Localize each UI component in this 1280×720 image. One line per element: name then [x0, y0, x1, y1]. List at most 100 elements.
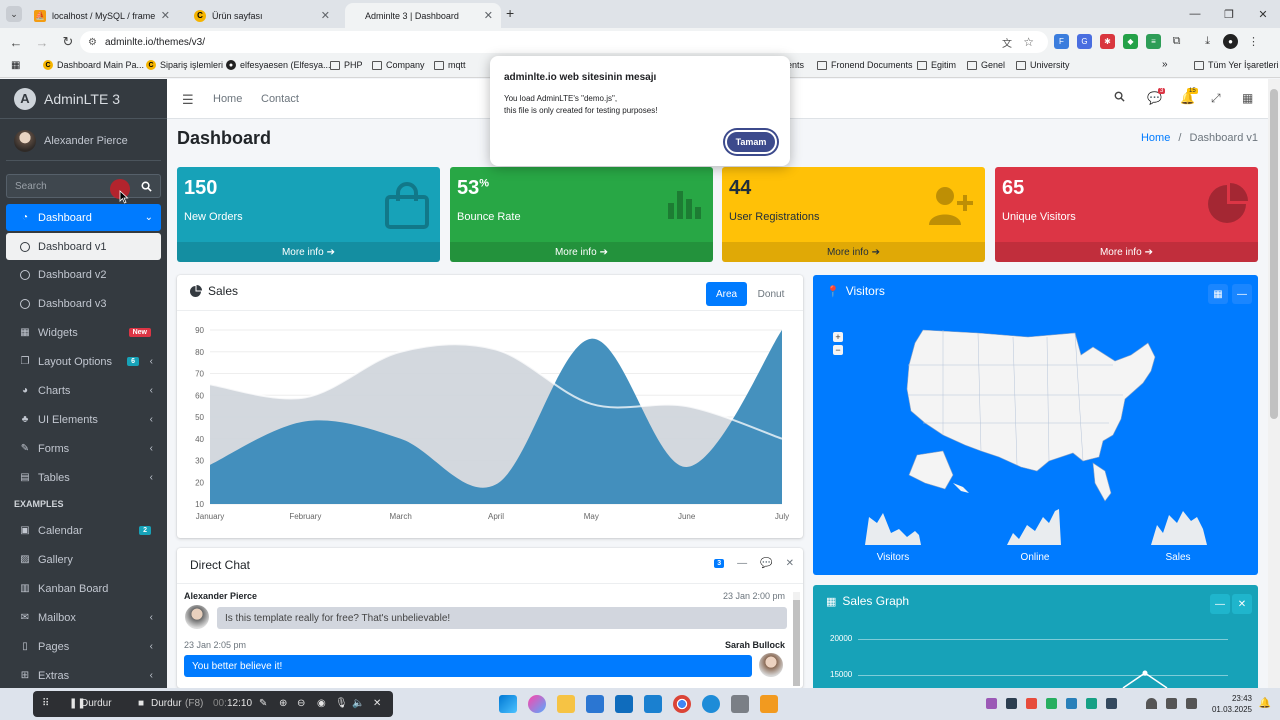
app-icon[interactable] — [760, 695, 778, 713]
fullscreen-icon[interactable]: ⤢ — [1211, 91, 1221, 106]
collapse-button[interactable]: — — [1232, 284, 1252, 304]
bookmark-star-icon[interactable]: ☆ — [1023, 35, 1034, 49]
bookmark-folder[interactable]: Egitim — [917, 60, 956, 70]
chevron-up-icon[interactable] — [1126, 698, 1137, 709]
store-icon[interactable] — [586, 695, 604, 713]
tray-icon[interactable] — [986, 698, 997, 709]
maximize-icon[interactable]: ❐ — [1212, 0, 1246, 28]
grid-icon[interactable]: ▦ — [1242, 91, 1253, 105]
translate-icon[interactable]: 文 — [1002, 35, 1012, 50]
sidebar-item-calendar[interactable]: ▣ Calendar 2 — [0, 516, 167, 545]
bookmark-item[interactable]: C Dashboard Main Pa... — [43, 60, 144, 70]
tray-icon[interactable] — [1026, 698, 1037, 709]
comments-icon[interactable]: 💬 — [760, 558, 772, 569]
more-info-link[interactable]: More info ➔ — [177, 242, 440, 262]
bookmark-folder[interactable]: Fronend Documents — [817, 60, 913, 70]
more-info-link[interactable]: More info ➔ — [450, 242, 713, 262]
url-input[interactable]: ⚙ adminlte.io/themes/v3/ 文 ☆ — [80, 31, 1048, 53]
tray-icon[interactable] — [1046, 698, 1057, 709]
reload-icon[interactable]: ↻ — [56, 30, 80, 54]
chat-scrollbar-thumb[interactable] — [793, 600, 800, 686]
tab-search-icon[interactable]: ⌄ — [6, 6, 22, 22]
stop-button-label[interactable]: Durdur — [151, 698, 182, 709]
sidebar-item-tables[interactable]: ▤ Tables ‹ — [0, 463, 167, 492]
sidebar-item-mailbox[interactable]: ✉ Mailbox ‹ — [0, 603, 167, 632]
bookmark-folder[interactable]: Company — [372, 60, 425, 70]
more-info-link[interactable]: More info ➔ — [995, 242, 1258, 262]
page-scrollbar[interactable] — [1268, 79, 1280, 688]
file-explorer-icon[interactable] — [557, 695, 575, 713]
volume-icon[interactable] — [1166, 698, 1177, 709]
sidebar-item-dashboard-v3[interactable]: Dashboard v3 — [0, 289, 167, 318]
close-icon[interactable]: ✕ — [484, 9, 493, 22]
sidebar-item-layout-options[interactable]: ❐ Layout Options 6 ‹ — [0, 347, 167, 376]
tray-icon[interactable] — [1006, 698, 1017, 709]
sidebar-item-kanban-board[interactable]: ▥ Kanban Board — [0, 574, 167, 603]
nav-home-link[interactable]: Home — [213, 93, 242, 105]
close-icon[interactable]: ✕ — [321, 9, 330, 22]
apps-grid-icon[interactable]: ▦ — [11, 60, 20, 71]
close-icon[interactable]: ✕ — [161, 9, 170, 22]
nav-contact-link[interactable]: Contact — [261, 93, 299, 105]
page-scrollbar-thumb[interactable] — [1270, 89, 1278, 419]
minus-icon[interactable]: — — [737, 558, 747, 569]
sidebar-item-dashboard[interactable]: ◔ Dashboard ⌄ — [6, 204, 161, 231]
brand-link[interactable]: A AdminLTE 3 — [0, 79, 167, 119]
bookmark-folder[interactable]: mqtt — [434, 60, 466, 70]
extension-icon[interactable]: ◆ — [1123, 34, 1138, 49]
outlook-icon[interactable] — [615, 695, 633, 713]
zoom-out-icon[interactable]: ⊖ — [297, 698, 305, 709]
vscode-icon[interactable] — [644, 695, 662, 713]
new-tab-button[interactable]: + — [506, 5, 514, 21]
windows-start-icon[interactable] — [499, 695, 517, 713]
sidebar-item-dashboard-v2[interactable]: Dashboard v2 — [0, 260, 167, 289]
battery-icon[interactable] — [1186, 698, 1197, 709]
sidebar-item-ui-elements[interactable]: ♣ UI Elements ‹ — [0, 405, 167, 434]
eye-icon[interactable]: ◉ — [317, 698, 326, 709]
profile-icon[interactable]: ● — [1223, 34, 1238, 49]
tab-urun-sayfasi[interactable]: C Ürün sayfası ✕ — [186, 3, 338, 28]
more-bookmarks-icon[interactable]: » — [1162, 59, 1168, 70]
hamburger-menu-icon[interactable]: ☰ — [182, 92, 194, 108]
minimize-icon[interactable]: — — [1178, 0, 1212, 28]
back-icon[interactable]: ← — [4, 30, 28, 54]
taskbar-clock[interactable]: 23:43 01.03.2025 — [1212, 693, 1252, 715]
pause-button-label[interactable]: Durdur — [81, 698, 112, 709]
sidebar-item-dashboard-v1[interactable]: Dashboard v1 — [6, 233, 161, 260]
sidebar-item-forms[interactable]: ✎ Forms ‹ — [0, 434, 167, 463]
bookmark-item[interactable]: ● elfesyaesen (Elfesya... — [226, 60, 331, 70]
speaker-icon[interactable]: 🔈 — [352, 698, 364, 709]
tab-phpmyadmin[interactable]: ⛵ localhost / MySQL / frame / pro ✕ — [26, 3, 178, 28]
date-range-button[interactable]: ▦ — [1208, 284, 1228, 304]
forward-icon[interactable]: → — [30, 30, 54, 54]
extension-icon[interactable]: ≡ — [1146, 34, 1161, 49]
menu-dots-icon[interactable]: ⋮ — [1246, 34, 1261, 49]
download-icon[interactable]: ⤓ — [1200, 34, 1215, 49]
extension-icon[interactable]: F — [1054, 34, 1069, 49]
drag-handle-icon[interactable]: ⠿ — [42, 698, 49, 709]
extension-icon[interactable]: G — [1077, 34, 1092, 49]
bluetooth-icon[interactable] — [1066, 698, 1077, 709]
tab-adminlte[interactable]: Adminlte 3 | Dashboard ✕ — [345, 3, 501, 28]
extension-icon[interactable]: ✱ — [1100, 34, 1115, 49]
sidebar-item-extras[interactable]: ⊞ Extras ‹ — [0, 661, 167, 690]
tray-icon[interactable] — [1086, 698, 1097, 709]
search-icon[interactable] — [1114, 91, 1125, 105]
microphone-icon[interactable]: 🎙 — [335, 698, 348, 709]
wifi-icon[interactable] — [1146, 698, 1157, 709]
sidebar-item-gallery[interactable]: ▨ Gallery — [0, 545, 167, 574]
help-icon[interactable] — [702, 695, 720, 713]
bookmark-folder[interactable]: University — [1016, 60, 1070, 70]
close-window-icon[interactable]: ✕ — [1246, 0, 1280, 28]
site-info-icon[interactable]: ⚙ — [88, 37, 97, 48]
zoom-in-icon[interactable]: ⊕ — [279, 698, 287, 709]
bookmark-folder[interactable]: PHP — [330, 60, 363, 70]
puzzle-icon[interactable]: ⧉ — [1169, 34, 1184, 49]
breadcrumb-home-link[interactable]: Home — [1141, 132, 1170, 144]
copilot-icon[interactable] — [528, 695, 546, 713]
stop-icon[interactable]: ■ — [138, 698, 144, 709]
bookmark-item[interactable]: C Sipariş işlemleri — [146, 60, 223, 70]
sidebar-search-button[interactable] — [133, 174, 161, 198]
tray-icon[interactable] — [1106, 698, 1117, 709]
all-bookmarks-folder[interactable]: Tüm Yer İşaretleri — [1194, 60, 1279, 70]
